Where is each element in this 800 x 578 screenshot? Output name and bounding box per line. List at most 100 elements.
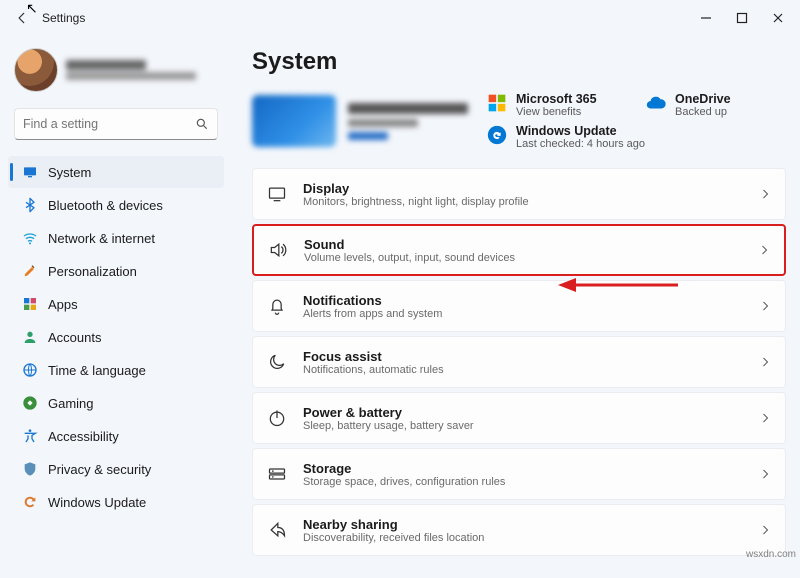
globe-icon [22,362,38,378]
nav-accessibility[interactable]: Accessibility [8,420,224,452]
nav-network[interactable]: Network & internet [8,222,224,254]
shield-icon [22,461,38,477]
titlebar: Settings [0,0,800,36]
row-sub: Volume levels, output, input, sound devi… [304,252,742,264]
apps-icon [22,296,38,312]
close-button[interactable] [760,4,796,32]
watermark: wsxdn.com [746,549,796,560]
row-sub: Notifications, automatic rules [303,364,743,376]
nav-time-language[interactable]: Time & language [8,354,224,386]
sidebar: System Bluetooth & devices Network & int… [0,36,228,578]
nav-system[interactable]: System [8,156,224,188]
search-input[interactable] [14,108,218,140]
status-tiles: Microsoft 365View benefits OneDriveBacke… [486,92,786,150]
tile-sub: View benefits [516,106,597,118]
chevron-right-icon [758,244,770,256]
row-notifications[interactable]: NotificationsAlerts from apps and system [252,280,786,332]
tile-sub: Backed up [675,106,731,118]
maximize-button[interactable] [724,4,760,32]
nav-label: Bluetooth & devices [48,198,163,213]
chevron-right-icon [759,524,771,536]
moon-icon [267,352,287,372]
person-icon [22,329,38,345]
nav-privacy[interactable]: Privacy & security [8,453,224,485]
row-sub: Storage space, drives, configuration rul… [303,476,743,488]
nav-label: Personalization [48,264,137,279]
nav-windows-update[interactable]: Windows Update [8,486,224,518]
row-display[interactable]: DisplayMonitors, brightness, night light… [252,168,786,220]
settings-list: DisplayMonitors, brightness, night light… [252,168,786,556]
row-sub: Sleep, battery usage, battery saver [303,420,743,432]
row-focus-assist[interactable]: Focus assistNotifications, automatic rul… [252,336,786,388]
sound-icon [268,240,288,260]
gaming-icon [22,395,38,411]
tile-title: Microsoft 365 [516,92,597,106]
chevron-right-icon [759,412,771,424]
bell-icon [267,296,287,316]
storage-icon [267,464,287,484]
row-storage[interactable]: StorageStorage space, drives, configurat… [252,448,786,500]
main-content: System Microsoft 365View benefits OneDri… [228,36,800,578]
nav-label: Time & language [48,363,146,378]
bluetooth-icon [22,197,38,213]
nav-label: Apps [48,297,78,312]
chevron-right-icon [759,356,771,368]
avatar [14,48,58,92]
row-title: Power & battery [303,405,743,420]
monitor-icon [22,164,38,180]
row-sound[interactable]: SoundVolume levels, output, input, sound… [252,224,786,276]
nav-label: Accounts [48,330,101,345]
nav-apps[interactable]: Apps [8,288,224,320]
nav-label: Network & internet [48,231,155,246]
chevron-right-icon [759,468,771,480]
update-cycle-icon [486,124,508,146]
cloud-icon [645,92,667,114]
wallpaper-thumb [252,95,336,147]
row-power-battery[interactable]: Power & batterySleep, battery usage, bat… [252,392,786,444]
row-title: Notifications [303,293,743,308]
tile-title: OneDrive [675,92,731,106]
tile-windows-update[interactable]: Windows UpdateLast checked: 4 hours ago [486,124,786,150]
row-title: Display [303,181,743,196]
wifi-icon [22,230,38,246]
row-title: Storage [303,461,743,476]
back-button[interactable] [8,4,36,32]
search-icon [195,117,209,131]
row-title: Nearby sharing [303,517,743,532]
nav-accounts[interactable]: Accounts [8,321,224,353]
chevron-right-icon [759,300,771,312]
share-icon [267,520,287,540]
nav-bluetooth[interactable]: Bluetooth & devices [8,189,224,221]
minimize-button[interactable] [688,4,724,32]
row-nearby-sharing[interactable]: Nearby sharingDiscoverability, received … [252,504,786,556]
nav-gaming[interactable]: Gaming [8,387,224,419]
row-sub: Monitors, brightness, night light, displ… [303,196,743,208]
tile-onedrive[interactable]: OneDriveBacked up [645,92,786,118]
profile-block[interactable] [8,44,224,102]
row-sub: Alerts from apps and system [303,308,743,320]
update-icon [22,494,38,510]
nav-personalization[interactable]: Personalization [8,255,224,287]
microsoft-logo-icon [486,92,508,114]
accessibility-icon [22,428,38,444]
nav-list: System Bluetooth & devices Network & int… [8,152,224,518]
page-title: System [252,48,786,76]
window-title: Settings [42,11,85,25]
tile-title: Windows Update [516,124,645,138]
chevron-right-icon [759,188,771,200]
display-icon [267,184,287,204]
nav-label: Privacy & security [48,462,151,477]
row-sub: Discoverability, received files location [303,532,743,544]
tile-microsoft-365[interactable]: Microsoft 365View benefits [486,92,627,118]
row-title: Sound [304,237,742,252]
nav-label: Windows Update [48,495,146,510]
search-field[interactable] [23,117,195,131]
device-info-blurred[interactable] [252,92,468,150]
nav-label: System [48,165,91,180]
nav-label: Gaming [48,396,94,411]
row-title: Focus assist [303,349,743,364]
profile-text-blurred [66,60,196,80]
nav-label: Accessibility [48,429,119,444]
brush-icon [22,263,38,279]
tile-sub: Last checked: 4 hours ago [516,138,645,150]
